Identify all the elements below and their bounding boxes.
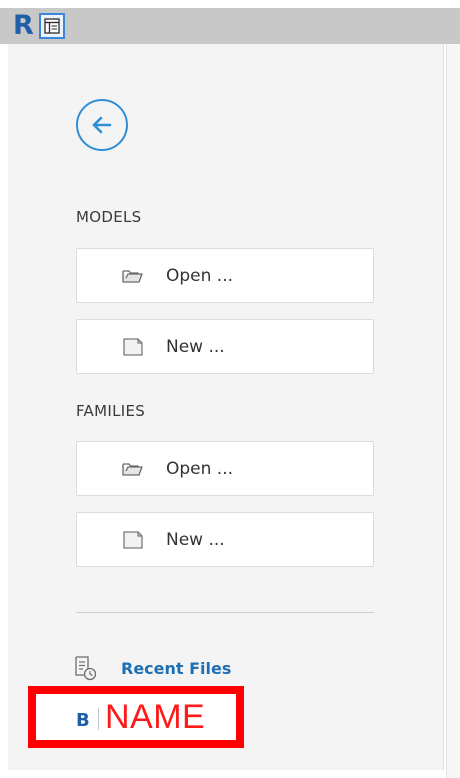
name-text: NAME (105, 698, 206, 736)
recent-files-icon (75, 656, 97, 681)
arrow-left-icon (92, 116, 112, 134)
models-new-button[interactable]: New ... (76, 319, 374, 374)
recent-files-link[interactable]: Recent Files (74, 655, 274, 683)
content-edge (446, 44, 460, 778)
new-document-icon (123, 531, 143, 549)
families-new-label: New ... (166, 530, 225, 550)
title-bar (0, 8, 460, 44)
name-highlight-box: B NAME (28, 686, 244, 748)
recent-files-label: Recent Files (121, 659, 232, 678)
families-new-button[interactable]: New ... (76, 512, 374, 567)
folder-open-icon (122, 463, 143, 476)
revit-logo-icon[interactable]: R (13, 12, 37, 40)
separator (98, 708, 99, 730)
families-heading: FAMILIES (76, 402, 146, 420)
section-divider (76, 612, 374, 613)
back-button[interactable] (76, 99, 128, 151)
families-open-button[interactable]: Open ... (76, 441, 374, 496)
models-new-label: New ... (166, 337, 225, 357)
models-open-label: Open ... (166, 266, 234, 286)
families-open-label: Open ... (166, 459, 234, 479)
models-heading: MODELS (76, 208, 142, 226)
panel-toggle-icon[interactable] (39, 13, 65, 39)
models-open-button[interactable]: Open ... (76, 248, 374, 303)
b-logo-icon: B (76, 710, 90, 731)
new-document-icon (123, 338, 143, 356)
folder-open-icon (122, 270, 143, 283)
